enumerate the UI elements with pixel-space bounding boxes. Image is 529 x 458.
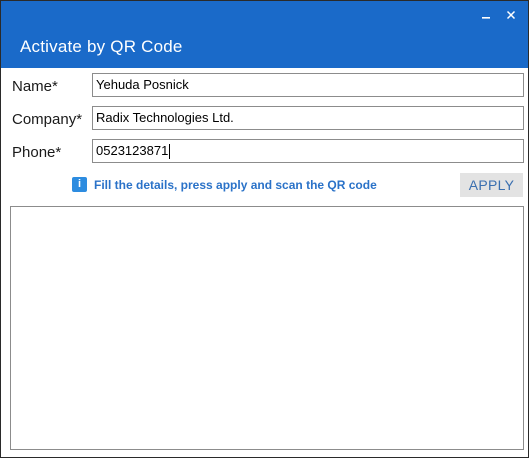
name-label: Name* <box>12 78 58 95</box>
phone-field[interactable]: 0523123871 <box>92 139 524 163</box>
text-caret <box>169 144 171 160</box>
minimize-button[interactable] <box>475 5 497 25</box>
name-field[interactable]: Yehuda Posnick <box>92 73 524 97</box>
company-value: Radix Technologies Ltd. <box>96 110 234 125</box>
apply-button[interactable]: APPLY <box>460 173 523 197</box>
hint-text: Fill the details, press apply and scan t… <box>94 177 377 192</box>
title-bar[interactable]: Activate by QR Code <box>1 1 528 68</box>
info-icon: i <box>72 177 87 192</box>
name-value: Yehuda Posnick <box>96 77 189 92</box>
minimize-icon <box>482 17 490 19</box>
company-label: Company* <box>12 111 83 128</box>
company-field[interactable]: Radix Technologies Ltd. <box>92 106 524 130</box>
close-icon <box>506 10 516 20</box>
qr-code-area <box>10 206 524 450</box>
activate-qr-window: Activate by QR Code Name* Yehuda Posnick… <box>0 0 529 458</box>
hint-row: i Fill the details, press apply and scan… <box>72 177 377 192</box>
phone-value: 0523123871 <box>96 143 169 158</box>
close-button[interactable] <box>500 5 522 25</box>
phone-label: Phone* <box>12 144 62 161</box>
window-title: Activate by QR Code <box>20 37 183 56</box>
